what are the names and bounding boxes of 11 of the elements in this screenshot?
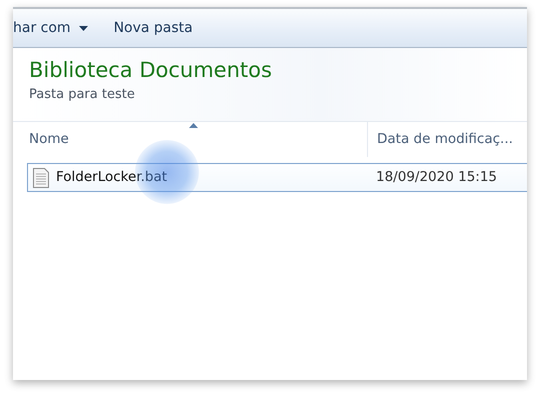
column-header[interactable]: Nome xyxy=(13,122,368,157)
file-row[interactable]: FolderLocker.bat 18/09/2020 15:15 xyxy=(27,163,527,192)
share-dropdown[interactable]: har com xyxy=(13,21,88,35)
column-header[interactable]: Data de modificaç... xyxy=(368,122,513,157)
date-cell-text: 18/09/2020 15:15 xyxy=(375,168,498,188)
file-name: FolderLocker.bat xyxy=(56,168,168,188)
toolbar-button[interactable]: Nova pasta xyxy=(114,21,193,35)
library-title: Biblioteca Documentos xyxy=(29,58,273,84)
caret-icon xyxy=(78,26,88,30)
library-subtitle: Pasta para teste xyxy=(29,86,136,104)
document-icon xyxy=(33,168,49,188)
